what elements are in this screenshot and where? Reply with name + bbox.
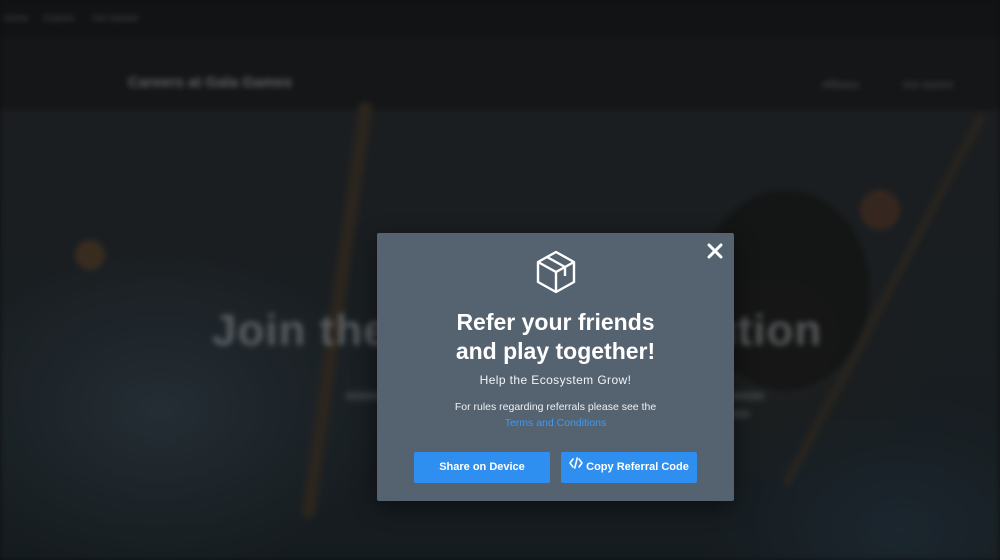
modal-subtitle: Help the Ecosystem Grow! bbox=[479, 373, 632, 387]
modal-title: Refer your friends and play together! bbox=[377, 308, 734, 366]
rules-text: For rules regarding referrals please see… bbox=[454, 401, 657, 413]
terms-link[interactable]: Terms and Conditions bbox=[377, 417, 734, 429]
copy-button-label: Copy Referral Code bbox=[586, 461, 689, 473]
code-icon bbox=[569, 451, 583, 482]
page: Home Explore Get Started Careers at Gala… bbox=[0, 0, 1000, 560]
close-icon[interactable] bbox=[705, 241, 725, 261]
gala-cube-logo-icon bbox=[535, 250, 577, 294]
share-button-label: Share on Device bbox=[439, 461, 525, 473]
referral-modal: Refer your friends and play together! He… bbox=[377, 233, 734, 501]
modal-title-line: Refer your friends bbox=[456, 309, 655, 335]
share-on-device-button[interactable]: Share on Device bbox=[414, 452, 550, 483]
modal-title-line: and play together! bbox=[455, 338, 656, 364]
copy-referral-code-button[interactable]: Copy Referral Code bbox=[561, 452, 697, 483]
